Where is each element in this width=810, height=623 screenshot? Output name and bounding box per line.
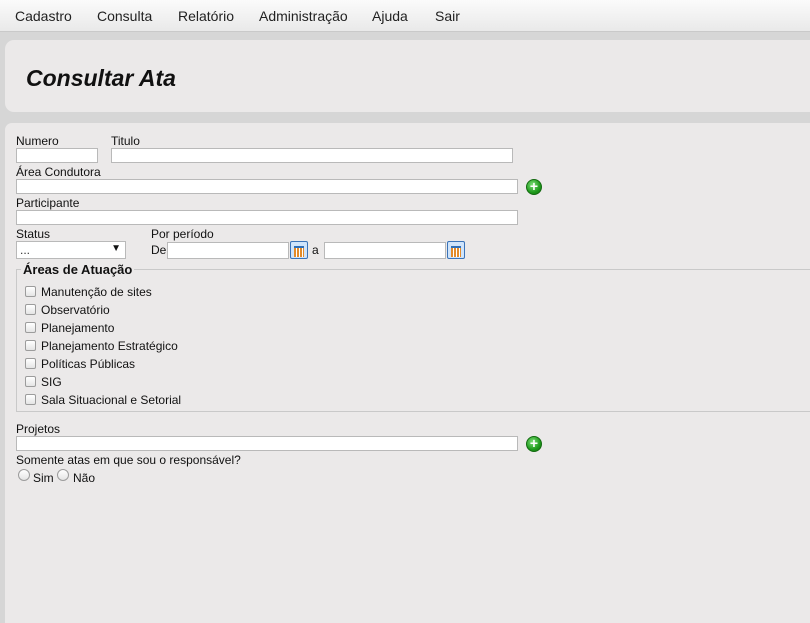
chevron-down-icon: ▼: [111, 243, 121, 254]
areas-atuacao-legend: Áreas de Atuação: [23, 262, 133, 277]
periodo-label: Por período: [151, 227, 214, 241]
data-fim-calendar-button[interactable]: [447, 241, 465, 259]
area-checkbox[interactable]: [25, 358, 36, 369]
nao-label: Não: [73, 471, 96, 485]
data-fim-input[interactable]: [324, 242, 446, 259]
responsavel-sim-radio[interactable]: [18, 469, 30, 481]
menu-item-administracao[interactable]: Administração: [259, 8, 348, 24]
area-condutora-input[interactable]: [16, 179, 518, 194]
area-checkbox[interactable]: [25, 322, 36, 333]
area-checkbox-label: Planejamento Estratégico: [41, 339, 178, 353]
area-checkbox[interactable]: [25, 376, 36, 387]
area-checkbox-label: Planejamento: [41, 321, 115, 335]
area-checkbox-label: Políticas Públicas: [41, 357, 136, 371]
projetos-label: Projetos: [16, 422, 61, 436]
area-checkbox[interactable]: [25, 304, 36, 315]
data-inicio-calendar-button[interactable]: [290, 241, 308, 259]
titulo-input[interactable]: [111, 148, 513, 163]
a-label: a: [312, 243, 319, 257]
area-checkbox-label: Observatório: [41, 303, 110, 317]
menu-item-consulta[interactable]: Consulta: [97, 8, 152, 24]
page-title: Consultar Ata: [26, 65, 176, 91]
status-selected-value: ...: [20, 243, 31, 257]
responsavel-question: Somente atas em que sou o responsável?: [16, 453, 241, 467]
menu-item-ajuda[interactable]: Ajuda: [372, 8, 408, 24]
menu-item-cadastro[interactable]: Cadastro: [15, 8, 72, 24]
area-checkbox[interactable]: [25, 394, 36, 405]
de-label: De: [151, 243, 167, 257]
add-projeto-button[interactable]: +: [526, 436, 542, 452]
title-panel: Consultar Ata: [5, 40, 810, 112]
data-inicio-input[interactable]: [167, 242, 289, 259]
menu-item-sair[interactable]: Sair: [435, 8, 460, 24]
participante-input[interactable]: [16, 210, 518, 225]
status-label: Status: [16, 227, 51, 241]
menu-item-relatorio[interactable]: Relatório: [178, 8, 234, 24]
numero-input[interactable]: [16, 148, 98, 163]
area-checkbox-label: SIG: [41, 375, 62, 389]
top-menu-bar: Cadastro Consulta Relatório Administraçã…: [0, 0, 810, 32]
area-checkbox-label: Manutenção de sites: [41, 285, 152, 299]
area-checkbox[interactable]: [25, 340, 36, 351]
status-select[interactable]: ... ▼: [16, 241, 126, 259]
titulo-label: Titulo: [111, 134, 140, 148]
area-checkbox[interactable]: [25, 286, 36, 297]
calendar-icon: [294, 246, 304, 257]
numero-label: Numero: [16, 134, 59, 148]
plus-circle-icon: +: [529, 178, 539, 194]
area-checkbox-label: Sala Situacional e Setorial: [41, 393, 182, 407]
add-area-condutora-button[interactable]: +: [526, 179, 542, 195]
sim-label: Sim: [33, 471, 54, 485]
area-condutora-label: Área Condutora: [16, 165, 101, 179]
calendar-icon: [451, 246, 461, 257]
participante-label: Participante: [16, 196, 80, 210]
projetos-input[interactable]: [16, 436, 518, 451]
plus-circle-icon: +: [529, 435, 539, 451]
responsavel-nao-radio[interactable]: [57, 469, 69, 481]
